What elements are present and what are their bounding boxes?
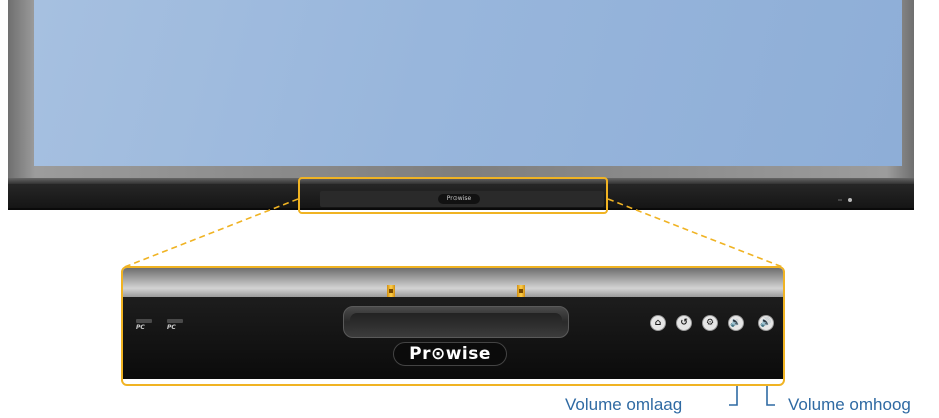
pen-tray-groove [350, 313, 562, 331]
pc-port-label: PC [136, 324, 145, 331]
caption-volume-up: Volume omhoog [788, 395, 911, 414]
volume-down-button[interactable]: 🔉 [728, 315, 744, 331]
back-button[interactable]: ↺ [676, 315, 692, 331]
volume-up-button[interactable]: 🔊 [758, 315, 774, 331]
brand-logo: Pr⊙wise [393, 342, 507, 366]
zoom-panel: PC PC Pr⊙wise ⌂ ↺ ⚙ 🔉 🔊 [121, 266, 785, 386]
zoom-guide-left [121, 198, 299, 269]
pc-port-slot [167, 319, 183, 323]
pen-clip-icon [387, 285, 395, 297]
home-button[interactable]: ⌂ [650, 315, 666, 331]
settings-button[interactable]: ⚙ [702, 315, 718, 331]
pc-port-label: PC [167, 324, 176, 331]
zoom-metal-strip [123, 268, 783, 297]
pen-tray [343, 306, 569, 338]
pc-port: PC [136, 319, 152, 331]
pc-port: PC [167, 319, 183, 331]
pen-clip-icon [517, 285, 525, 297]
pc-port-slot [136, 319, 152, 323]
caption-volume-down: Volume omlaag [565, 395, 683, 414]
zoom-guide-right [607, 198, 786, 269]
